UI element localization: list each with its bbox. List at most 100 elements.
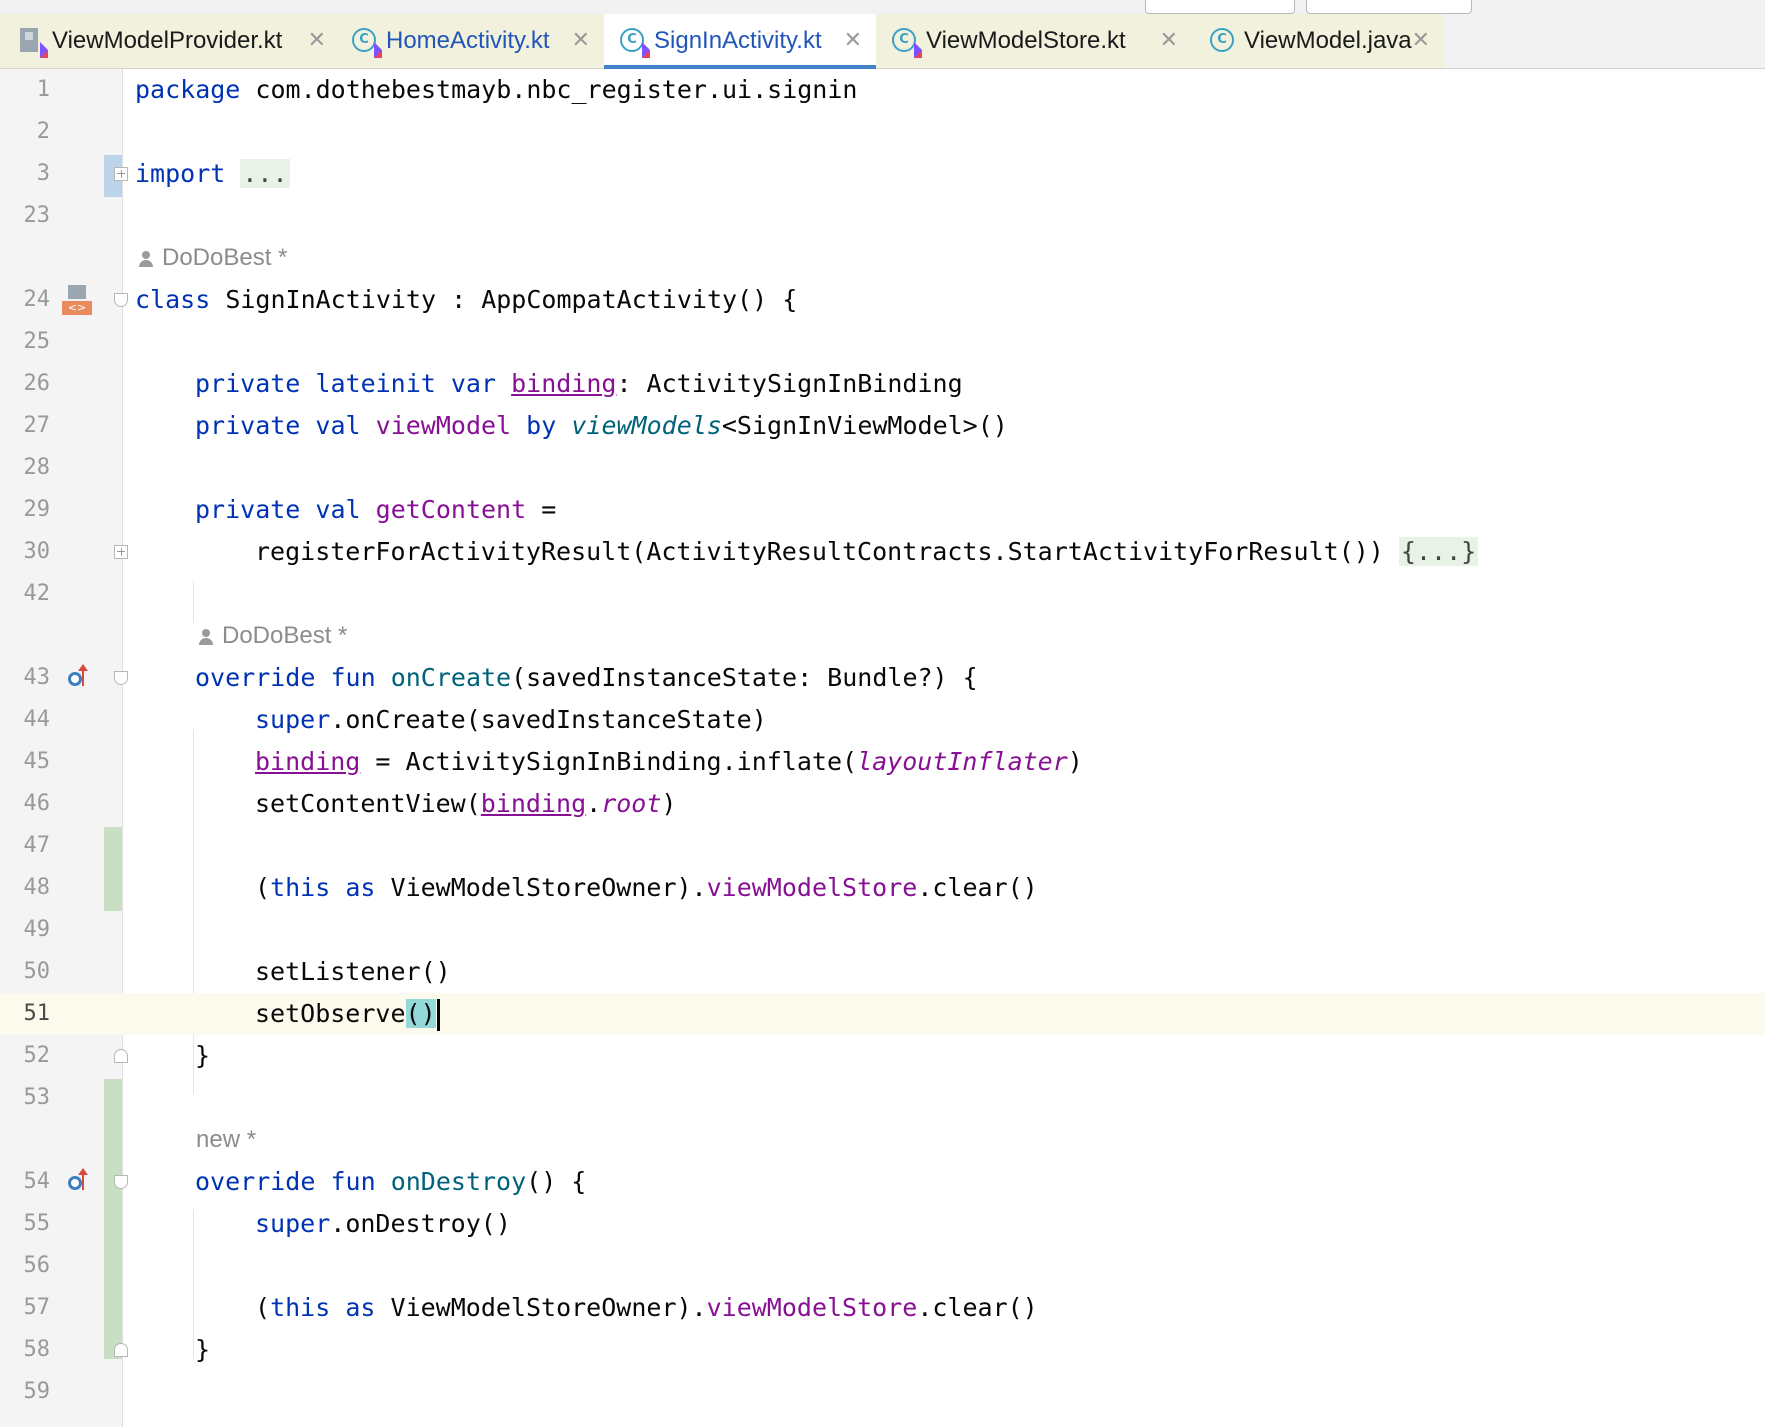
folded-lambda[interactable]: {...} (1398, 537, 1479, 566)
folded-imports[interactable]: ... (240, 159, 290, 188)
java-class-icon: C (1210, 28, 1236, 54)
code-line[interactable]: 52 } (0, 1035, 1765, 1077)
fold-expand-icon[interactable] (114, 545, 128, 559)
code-line[interactable]: 53 (0, 1077, 1765, 1119)
code-line[interactable]: 44 super.onCreate(savedInstanceState) (0, 699, 1765, 741)
code-text: binding = ActivitySignInBinding.inflate(… (255, 747, 1083, 776)
line-number: 3 (36, 161, 50, 186)
tab-signinactivity[interactable]: C SignInActivity.kt ✕ (604, 14, 876, 69)
tab-label: SignInActivity.kt (654, 27, 822, 54)
code-line[interactable]: 48 (this as ViewModelStoreOwner).viewMod… (0, 867, 1765, 909)
kotlin-class-icon: C (620, 28, 650, 58)
override-icon[interactable] (68, 664, 94, 690)
line-number: 49 (23, 917, 51, 942)
codevision-row: DoDoBest * (0, 237, 1765, 279)
code-text: } (195, 1041, 211, 1070)
code-text: override fun onDestroy() { (195, 1167, 587, 1196)
code-text: import ... (135, 159, 290, 188)
code-line[interactable]: 24 <> class SignInActivity : AppCompatAc… (0, 279, 1765, 321)
code-line[interactable]: 42 (0, 573, 1765, 615)
code-text: setContentView(binding.root) (255, 789, 677, 818)
line-number: 28 (23, 455, 51, 480)
kotlin-class-icon: C (352, 28, 382, 58)
code-text: private lateinit var binding: ActivitySi… (195, 369, 963, 398)
tab-label: HomeActivity.kt (386, 27, 550, 54)
code-text: (this as ViewModelStoreOwner).viewModelS… (255, 1293, 1038, 1322)
line-number: 56 (23, 1253, 51, 1278)
line-number: 42 (23, 581, 51, 606)
fold-collapse-icon[interactable] (114, 671, 128, 685)
code-text: private val viewModel by viewModels<Sign… (195, 411, 1008, 440)
tab-viewmodelprovider[interactable]: ViewModelProvider.kt ✕ (0, 14, 340, 68)
tab-viewmodel-java[interactable]: C ViewModel.java ✕ (1192, 14, 1444, 68)
code-line[interactable]: 45 binding = ActivitySignInBinding.infla… (0, 741, 1765, 783)
code-line[interactable]: 56 (0, 1245, 1765, 1287)
fold-end-icon[interactable] (114, 1049, 128, 1063)
code-line[interactable]: 58 } (0, 1329, 1765, 1371)
tab-viewmodelstore[interactable]: C ViewModelStore.kt ✕ (876, 14, 1192, 68)
toolbar-device-selector[interactable] (1306, 0, 1472, 14)
code-text: setListener() (255, 957, 451, 986)
line-number: 46 (23, 791, 51, 816)
text-caret (436, 999, 440, 1031)
code-line[interactable]: 3 import ... (0, 153, 1765, 195)
code-line[interactable]: 25 (0, 321, 1765, 363)
code-text: class SignInActivity : AppCompatActivity… (135, 285, 798, 314)
code-line[interactable]: 27 private val viewModel by viewModels<S… (0, 405, 1765, 447)
code-line[interactable]: 59 (0, 1371, 1765, 1413)
line-number: 25 (23, 329, 51, 354)
line-number: 54 (23, 1169, 51, 1194)
code-text: super.onCreate(savedInstanceState) (255, 705, 767, 734)
close-icon[interactable]: ✕ (308, 28, 326, 53)
author-inlay[interactable]: DoDoBest * (198, 615, 347, 657)
code-line[interactable]: 49 (0, 909, 1765, 951)
code-line[interactable]: 26 private lateinit var binding: Activit… (0, 363, 1765, 405)
code-line[interactable]: 1 package com.dothebestmayb.nbc_register… (0, 69, 1765, 111)
line-number: 2 (36, 119, 50, 144)
code-line[interactable]: 29 private val getContent = (0, 489, 1765, 531)
code-line[interactable]: 43 override fun onCreate(savedInstanceSt… (0, 657, 1765, 699)
author-inlay[interactable]: new * (196, 1119, 256, 1161)
line-number: 59 (23, 1379, 51, 1404)
fold-expand-icon[interactable] (114, 167, 128, 181)
brace-match-highlight: () (405, 999, 436, 1028)
code-line[interactable]: 50 setListener() (0, 951, 1765, 993)
top-toolbar-strip (0, 0, 1765, 15)
line-number: 48 (23, 875, 51, 900)
line-number: 29 (23, 497, 51, 522)
code-line-current[interactable]: 51 setObserve() (0, 993, 1765, 1035)
code-text: } (195, 1335, 211, 1364)
layout-class-icon[interactable]: <> (62, 285, 92, 315)
fold-end-icon[interactable] (114, 1343, 128, 1357)
close-icon[interactable]: ✕ (1412, 28, 1430, 53)
code-line[interactable]: 55 super.onDestroy() (0, 1203, 1765, 1245)
override-icon[interactable] (68, 1168, 94, 1194)
toolbar-run-config[interactable] (1145, 0, 1295, 14)
line-number: 47 (23, 833, 51, 858)
line-number: 50 (23, 959, 51, 984)
line-number: 23 (23, 203, 51, 228)
line-number: 55 (23, 1211, 51, 1236)
code-editor[interactable]: 1 package com.dothebestmayb.nbc_register… (0, 69, 1765, 1427)
code-line[interactable]: 23 (0, 195, 1765, 237)
code-line[interactable]: 46 setContentView(binding.root) (0, 783, 1765, 825)
line-number: 53 (23, 1085, 51, 1110)
fold-collapse-icon[interactable] (114, 1175, 128, 1189)
person-icon (198, 628, 214, 645)
line-number: 57 (23, 1295, 51, 1320)
fold-collapse-icon[interactable] (114, 293, 128, 307)
code-line[interactable]: 2 (0, 111, 1765, 153)
code-line[interactable]: 28 (0, 447, 1765, 489)
author-inlay[interactable]: DoDoBest * (138, 237, 287, 279)
code-line[interactable]: 30 registerForActivityResult(ActivityRes… (0, 531, 1765, 573)
code-line[interactable]: 57 (this as ViewModelStoreOwner).viewMod… (0, 1287, 1765, 1329)
close-icon[interactable]: ✕ (572, 28, 590, 53)
code-text: override fun onCreate(savedInstanceState… (195, 663, 978, 692)
line-number: 45 (23, 749, 51, 774)
code-line[interactable]: 47 (0, 825, 1765, 867)
tab-homeactivity[interactable]: C HomeActivity.kt ✕ (340, 14, 604, 68)
close-icon[interactable]: ✕ (1160, 28, 1178, 53)
close-icon[interactable]: ✕ (844, 28, 862, 53)
code-line[interactable]: 54 override fun onDestroy() { (0, 1161, 1765, 1203)
line-number: 1 (36, 77, 50, 102)
